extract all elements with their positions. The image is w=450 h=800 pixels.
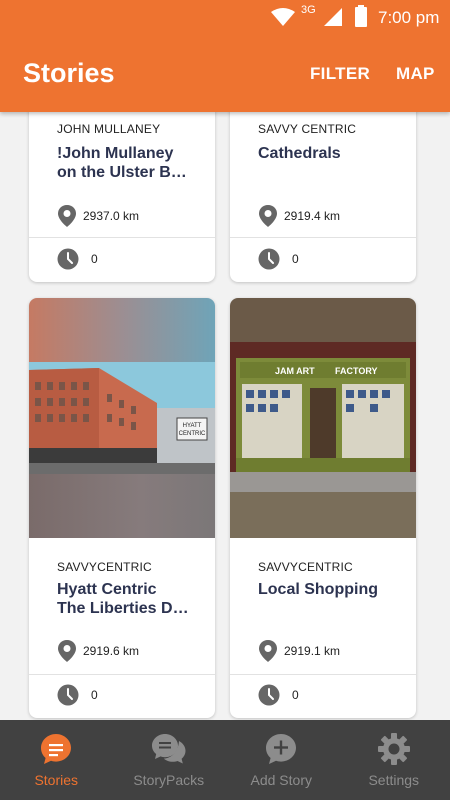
svg-text:FACTORY: FACTORY (335, 366, 378, 376)
duration-value: 0 (292, 252, 299, 266)
wifi-icon (271, 8, 295, 26)
story-duration: 0 (57, 248, 98, 270)
add-story-icon (266, 734, 297, 764)
duration-value: 0 (91, 688, 98, 702)
card-divider (29, 674, 215, 675)
card-divider (29, 237, 215, 238)
story-distance: 2937.0 km (57, 204, 139, 228)
settings-gear-icon (377, 733, 410, 765)
story-title: !John Mullaney on the Ulster B… (57, 144, 197, 182)
story-title-line: The Liberties D… (57, 600, 189, 617)
nav-label: Add Story (250, 772, 312, 788)
status-bar: 3G 7:00 pm (0, 0, 450, 34)
story-card[interactable]: SAVVY CENTRIC Cathedrals 2919.4 km 0 (230, 112, 416, 282)
story-author: JOHN MULLANEY (57, 122, 161, 136)
story-title-line: !John Mullaney (57, 145, 174, 162)
app-root: 3G 7:00 pm Stories FILTER MAP JOHN MULLA… (0, 0, 450, 800)
map-button[interactable]: MAP (396, 64, 435, 84)
story-title: Hyatt Centric The Liberties D… (57, 580, 197, 618)
distance-value: 2937.0 km (83, 209, 140, 223)
story-title-line: Cathedrals (258, 145, 341, 162)
story-card[interactable]: HYATT CENTRIC SAVVYCENTRIC Hyatt Centric… (29, 298, 215, 718)
story-card[interactable]: JAM ART FACTORY SAVVYCENTRIC Local Shopp… (230, 298, 416, 718)
app-header: 3G 7:00 pm Stories FILTER MAP (0, 0, 450, 112)
stories-chat-icon (41, 734, 72, 764)
location-pin-icon (58, 205, 76, 227)
clock-icon (57, 248, 79, 270)
clock-icon (258, 684, 280, 706)
status-time: 7:00 pm (378, 8, 440, 27)
story-title-line: on the Ulster B… (57, 164, 187, 181)
story-title-line: Local Shopping (258, 581, 378, 598)
signal-icon (324, 8, 342, 26)
nav-stories[interactable]: Stories (0, 720, 113, 800)
nav-label: Settings (368, 772, 420, 788)
svg-text:HYATT: HYATT (183, 423, 202, 429)
battery-icon (355, 5, 367, 27)
story-duration: 0 (258, 684, 299, 706)
distance-value: 2919.6 km (83, 644, 140, 658)
location-pin-icon (259, 205, 277, 227)
story-duration: 0 (258, 248, 299, 270)
nav-label: StoryPacks (133, 772, 205, 788)
duration-value: 0 (292, 688, 299, 702)
story-title: Cathedrals (258, 144, 398, 163)
nav-label: Stories (34, 772, 79, 788)
duration-value: 0 (91, 252, 98, 266)
filter-button[interactable]: FILTER (310, 64, 370, 84)
bottom-nav: Stories StoryPacks Add Story Settings (0, 720, 450, 800)
story-image: HYATT CENTRIC (29, 298, 215, 538)
card-divider (230, 237, 416, 238)
story-distance: 2919.4 km (258, 204, 340, 228)
story-image: JAM ART FACTORY (230, 298, 416, 538)
location-pin-icon (58, 640, 76, 662)
card-divider (230, 674, 416, 675)
story-distance: 2919.6 km (57, 639, 139, 663)
storypacks-chat-icon (151, 734, 186, 764)
story-title-line: Hyatt Centric (57, 581, 157, 598)
clock-icon (258, 248, 280, 270)
story-distance: 2919.1 km (258, 639, 340, 663)
svg-text:JAM ART: JAM ART (275, 366, 315, 376)
location-pin-icon (259, 640, 277, 662)
story-list[interactable]: JOHN MULLANEY !John Mullaney on the Ulst… (0, 112, 450, 720)
distance-value: 2919.1 km (284, 644, 341, 658)
story-author: SAVVYCENTRIC (57, 560, 152, 574)
svg-text:CENTRIC: CENTRIC (179, 431, 206, 437)
story-author: SAVVY CENTRIC (258, 122, 357, 136)
network-type: 3G (301, 4, 316, 16)
nav-storypacks[interactable]: StoryPacks (113, 720, 226, 800)
clock-icon (57, 684, 79, 706)
story-author: SAVVYCENTRIC (258, 560, 353, 574)
story-title: Local Shopping (258, 580, 398, 599)
distance-value: 2919.4 km (284, 209, 341, 223)
page-title: Stories (23, 58, 115, 88)
story-duration: 0 (57, 684, 98, 706)
nav-settings[interactable]: Settings (338, 720, 450, 800)
nav-add-story[interactable]: Add Story (225, 720, 338, 800)
story-card[interactable]: JOHN MULLANEY !John Mullaney on the Ulst… (29, 112, 215, 282)
